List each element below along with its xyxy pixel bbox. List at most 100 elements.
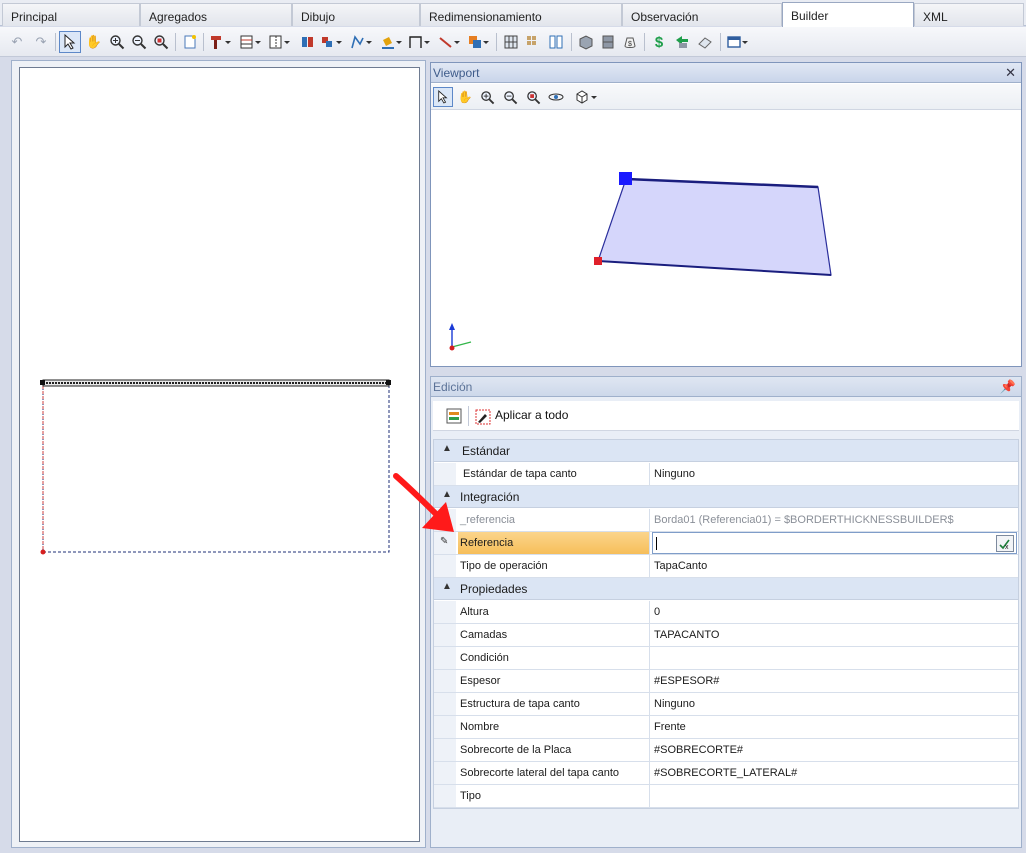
prop-estructura-tapa-canto[interactable]: Estructura de tapa canto Ninguno [434, 693, 1018, 716]
prop-referencia[interactable]: ✎ Referencia x [434, 532, 1018, 555]
prop-value[interactable]: #SOBRECORTE# [652, 739, 1014, 761]
prop-value[interactable]: Ninguno [652, 693, 1014, 715]
grid-icon[interactable] [500, 31, 522, 53]
rotate-view-icon[interactable] [546, 87, 566, 107]
money-bag-icon[interactable]: $ [619, 31, 641, 53]
color-icon[interactable] [465, 31, 493, 53]
tab-builder[interactable]: Builder [782, 2, 914, 27]
prop-label: Referencia [458, 532, 650, 554]
prop-value[interactable]: #ESPESOR# [652, 670, 1014, 692]
pan-icon[interactable]: ✋ [83, 31, 105, 53]
stack-icon[interactable] [297, 31, 319, 53]
apply-all-button[interactable]: Aplicar a todo [473, 404, 583, 428]
prop-value[interactable] [652, 647, 1014, 669]
pointer-icon[interactable] [433, 87, 453, 107]
category-title: Estándar [462, 444, 511, 458]
prop-condicion[interactable]: Condición [434, 647, 1018, 670]
prop-altura[interactable]: Altura 0 [434, 601, 1018, 624]
prop-label: Estándar de tapa canto [458, 463, 650, 485]
close-icon[interactable]: ✕ [1005, 65, 1016, 81]
panel-shape[interactable] [42, 385, 390, 553]
prop-value[interactable]: Borda01 (Referencia01) = $BORDERTHICKNES… [652, 509, 1014, 531]
tab-redimensionamiento[interactable]: Redimensionamiento [420, 3, 622, 26]
bucket-icon[interactable] [378, 31, 406, 53]
expression-editor-icon[interactable]: x [996, 535, 1014, 552]
arrow-icon [393, 473, 454, 532]
pan-icon[interactable]: ✋ [455, 87, 475, 107]
undo-icon[interactable]: ↶ [6, 31, 28, 53]
tab-agregados[interactable]: Agregados [140, 3, 292, 26]
category-integracion[interactable]: ▲ Integración [434, 486, 1018, 508]
prop-estandar-tapa-canto[interactable]: Estándar de tapa canto Ninguno [434, 463, 1018, 486]
toolbar-separator [571, 33, 572, 51]
tool-icon[interactable] [207, 31, 235, 53]
handle-red[interactable] [594, 257, 602, 265]
toolbar-separator [203, 33, 204, 51]
origin-point[interactable] [40, 549, 46, 555]
panel-3d-face[interactable] [597, 178, 832, 276]
layout-icon[interactable] [237, 31, 265, 53]
cube-view-icon[interactable] [573, 87, 601, 107]
arrows-icon[interactable] [671, 31, 693, 53]
edge-handle-right[interactable] [386, 380, 391, 385]
properties-icon[interactable] [445, 407, 463, 428]
prop-camadas[interactable]: Camadas TAPACANTO [434, 624, 1018, 647]
prop-value[interactable]: Frente [652, 716, 1014, 738]
line-icon[interactable] [436, 31, 464, 53]
drawing-svg [40, 379, 391, 555]
prop-label: Camadas [458, 624, 650, 646]
prop-tipo[interactable]: Tipo [434, 785, 1018, 808]
prop-value[interactable] [652, 785, 1014, 807]
prop-value[interactable]: TAPACANTO [652, 624, 1014, 646]
new-icon[interactable] [179, 31, 201, 53]
zoom-fit-icon[interactable] [523, 87, 543, 107]
drawing-canvas[interactable] [19, 67, 420, 842]
redo-icon[interactable]: ↷ [30, 31, 52, 53]
eraser-icon[interactable] [694, 31, 716, 53]
align-icon[interactable] [266, 31, 294, 53]
split-icon[interactable] [545, 31, 567, 53]
zoom-out-icon[interactable] [500, 87, 520, 107]
palette-icon[interactable] [318, 31, 346, 53]
handle-blue[interactable] [619, 172, 632, 185]
zoom-in-icon[interactable] [106, 31, 128, 53]
row-gutter [434, 693, 456, 715]
zoom-fit-icon[interactable] [150, 31, 172, 53]
prop-nombre[interactable]: Nombre Frente [434, 716, 1018, 739]
tab-xml[interactable]: XML [914, 3, 1024, 26]
category-estandar[interactable]: ▲ Estándar [434, 440, 1018, 462]
viewport-3d-stage[interactable] [431, 111, 1021, 366]
dimension-icon[interactable] [406, 31, 434, 53]
tab-observacion[interactable]: Observación [622, 3, 782, 26]
cabinet-icon[interactable] [597, 31, 619, 53]
zoom-out-icon[interactable] [128, 31, 150, 53]
zoom-in-icon[interactable] [477, 87, 497, 107]
tab-label: Redimensionamiento [429, 10, 542, 24]
prop-sobrecorte-placa[interactable]: Sobrecorte de la Placa #SOBRECORTE# [434, 739, 1018, 762]
dollar-icon[interactable]: $ [648, 31, 670, 53]
columns-icon[interactable] [522, 31, 544, 53]
window-icon[interactable] [724, 31, 752, 53]
prop-value[interactable]: Ninguno [652, 463, 1014, 485]
tab-dibujo[interactable]: Dibujo [292, 3, 420, 26]
horizontal-splitter[interactable] [430, 367, 1022, 376]
pointer-icon[interactable] [59, 31, 81, 53]
prop-value[interactable]: 0 [652, 601, 1014, 623]
edge-handle-left[interactable] [40, 380, 45, 385]
referencia-input[interactable]: x [652, 532, 1017, 554]
box-icon[interactable] [575, 31, 597, 53]
viewport-svg [449, 172, 832, 351]
path-icon[interactable] [348, 31, 376, 53]
collapse-icon[interactable]: ▲ [442, 581, 452, 592]
prop-value[interactable]: #SOBRECORTE_LATERAL# [652, 762, 1014, 784]
prop-tipo-operacion[interactable]: Tipo de operación TapaCanto [434, 555, 1018, 578]
pin-icon[interactable]: 📌 [1000, 379, 1016, 395]
tab-principal[interactable]: Principal [2, 3, 140, 26]
prop-espesor[interactable]: Espesor #ESPESOR# [434, 670, 1018, 693]
prop-sobrecorte-lateral[interactable]: Sobrecorte lateral del tapa canto #SOBRE… [434, 762, 1018, 785]
collapse-icon[interactable]: ▲ [442, 443, 452, 454]
category-propiedades[interactable]: ▲ Propiedades [434, 578, 1018, 600]
prop-value[interactable]: TapaCanto [652, 555, 1014, 577]
toolbar-separator [644, 33, 645, 51]
prop-referencia-old[interactable]: _referencia Borda01 (Referencia01) = $BO… [434, 509, 1018, 532]
